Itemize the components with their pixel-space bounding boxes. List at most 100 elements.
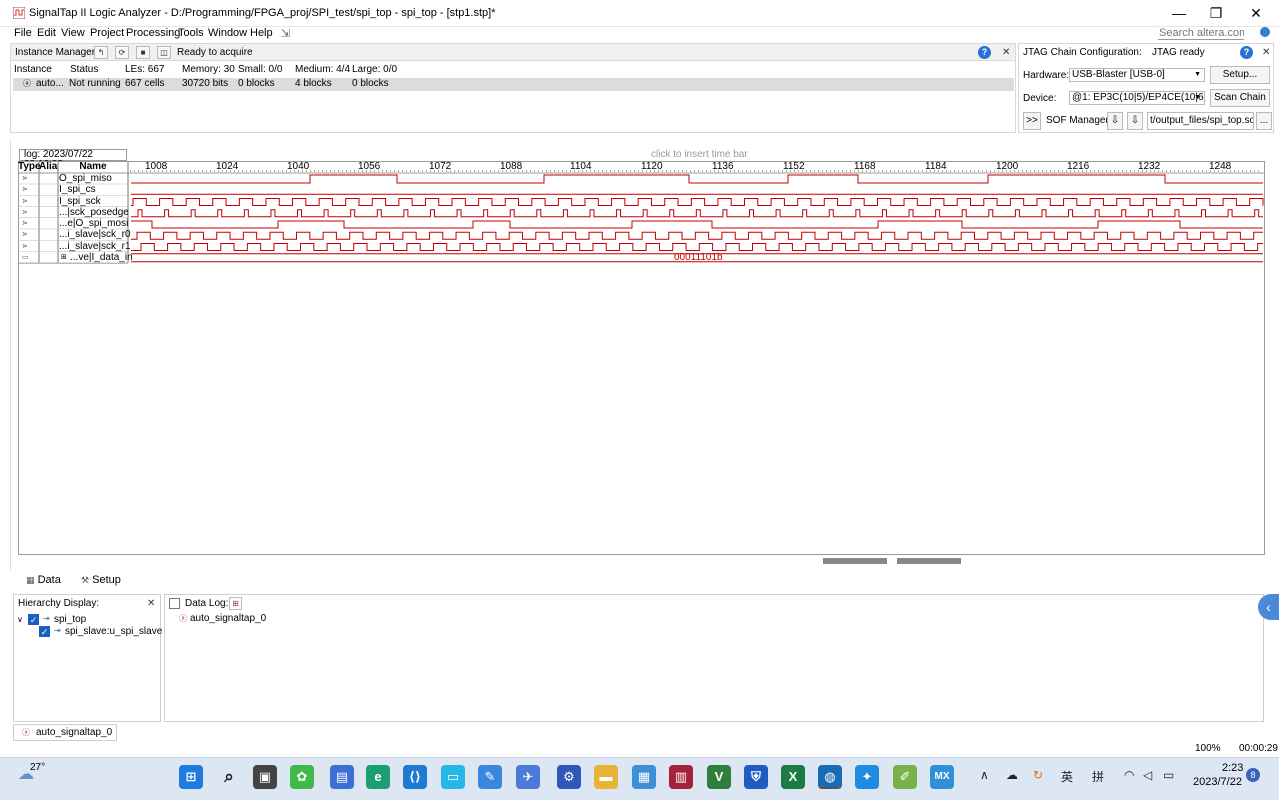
tab-setup[interactable]: ⚒ Setup: [81, 574, 121, 590]
tick-label: 1136: [712, 161, 734, 172]
wave-sck-posedge: [131, 209, 1263, 218]
horizontal-scrollbar[interactable]: [823, 558, 887, 564]
hierarchy-panel: Hierarchy Display: ✕ ∨ ✓ ⇥ spi_top ✓ ⇥ s…: [13, 594, 162, 722]
zoom-level: 100%: [1195, 743, 1221, 754]
vivado-icon[interactable]: V: [707, 765, 731, 789]
vscode-icon[interactable]: ⟨⟩: [403, 765, 427, 789]
wifi-icon[interactable]: ◠: [1124, 768, 1134, 782]
hierarchy-label: Hierarchy Display:: [18, 598, 100, 609]
kuaimai-icon[interactable]: ✈: [516, 765, 540, 789]
signal-name: O_spi_miso: [59, 173, 112, 184]
signal-type-icon: ⋗: [22, 231, 28, 239]
task-view-icon[interactable]: ▣: [253, 765, 277, 789]
cloud-icon[interactable]: ☁: [1006, 768, 1018, 782]
hierarchy-close-icon[interactable]: ✕: [147, 598, 155, 609]
data-log-checkbox[interactable]: [169, 598, 180, 609]
signal-type-icon: ⋗: [22, 220, 28, 227]
col-name: Name: [79, 161, 107, 172]
data-log-icon[interactable]: ⊞: [229, 597, 242, 610]
windows-start-icon[interactable]: ⊞: [179, 765, 203, 789]
signal-name: ...|sck_posedge: [59, 206, 129, 218]
instance-icon: ⓐ: [179, 614, 187, 623]
signal-type-icon: ⋗: [22, 197, 28, 205]
signal-type-icon: ⋗: [22, 208, 28, 216]
instance-tab[interactable]: ⓐ auto_signaltap_0: [13, 724, 117, 741]
signal-name: ...i_slave|sck_r1: [59, 240, 131, 252]
instance-icon: ⓐ: [22, 728, 30, 737]
wave-sck-r0: [131, 231, 1263, 240]
signal-name: I_spi_cs: [59, 184, 96, 196]
image-viewer-icon[interactable]: ✐: [893, 765, 917, 789]
pin-app-icon[interactable]: ✦: [855, 765, 879, 789]
signal-type-icon: ⋗: [22, 242, 28, 250]
wechat-icon[interactable]: ✿: [290, 765, 314, 789]
chevron-down-icon[interactable]: ∨: [17, 615, 23, 624]
store-icon[interactable]: ▤: [330, 765, 354, 789]
setup-tab-icon: ⚒: [81, 575, 90, 585]
chevron-up-icon[interactable]: ∧: [980, 768, 989, 782]
tick-label: 1248: [1209, 161, 1232, 172]
mobaxterm-icon[interactable]: MX: [930, 765, 954, 789]
signal-type-icon: ⋗: [22, 186, 28, 194]
bus-value: 00011101b: [674, 252, 723, 263]
search-icon[interactable]: ⌕: [217, 765, 241, 789]
tab-data[interactable]: ▦ Data: [26, 574, 61, 590]
col-alias: Alias: [39, 161, 58, 172]
clock-date[interactable]: 2023/7/22: [1193, 776, 1242, 788]
remote-desktop-icon[interactable]: ▦: [632, 765, 656, 789]
tick-label: 1168: [854, 161, 876, 172]
excel-icon[interactable]: X: [781, 765, 805, 789]
gear-app-icon[interactable]: ⚙: [557, 765, 581, 789]
signal-name: ...i_slave|sck_r0: [59, 229, 131, 241]
tick-label: 1040: [287, 161, 310, 172]
shield-icon[interactable]: ⛨: [744, 765, 768, 789]
spi-top-checkbox[interactable]: ✓: [28, 614, 39, 625]
signal-type-icon: ▭: [22, 253, 29, 261]
status-bar: 100% 00:00:29: [0, 742, 1279, 757]
tick-label: 1088: [500, 161, 523, 172]
tick-label: 1024: [216, 161, 239, 172]
tick-label: 1232: [1138, 161, 1161, 172]
signal-name: ...e|O_spi_mosi: [59, 218, 129, 229]
hierarchy-item-spi-top[interactable]: spi_top: [54, 614, 86, 625]
module-icon: ⇥: [43, 614, 50, 623]
signal-name: I_spi_sck: [59, 195, 101, 207]
hierarchy-item-spi-slave[interactable]: spi_slave:u_spi_slave: [65, 626, 162, 637]
data-log-item[interactable]: auto_signaltap_0: [190, 613, 266, 624]
signal-row[interactable]: ⊞ ▭ ...ve|I_data_in: [18, 252, 133, 264]
tick-label: 1072: [429, 161, 452, 172]
signal-type-icon: ⋗: [22, 175, 28, 182]
quartus-icon[interactable]: ◍: [818, 765, 842, 789]
volume-icon[interactable]: ◁: [1143, 768, 1152, 782]
chevron-left-icon[interactable]: ‹: [1258, 594, 1279, 620]
clock-time[interactable]: 2:23: [1222, 762, 1243, 774]
edge-icon[interactable]: e: [366, 765, 390, 789]
battery-icon[interactable]: ▭: [1163, 768, 1174, 782]
winrar-icon[interactable]: ▥: [669, 765, 693, 789]
tick-label: 1120: [641, 161, 663, 172]
folder-icon[interactable]: ▬: [594, 765, 618, 789]
tick-label: 1200: [996, 161, 1019, 172]
tick-label: 1184: [925, 161, 947, 172]
wave-i-spi-sck: [131, 198, 1264, 206]
bilibili-icon[interactable]: ▭: [441, 765, 465, 789]
feishu-icon[interactable]: ✎: [478, 765, 502, 789]
expand-icon[interactable]: ⊞: [61, 253, 67, 261]
tab-data-label: Data: [37, 574, 61, 586]
ime-english[interactable]: 英: [1061, 768, 1073, 785]
ime-pinyin[interactable]: 拼: [1092, 768, 1104, 785]
tick-label: 1104: [570, 161, 592, 172]
wave-o-spi-mosi: [131, 220, 1263, 229]
horizontal-scrollbar[interactable]: [897, 558, 961, 564]
wave-sck-r1: [131, 243, 1263, 251]
instance-tab-label: auto_signaltap_0: [36, 727, 113, 738]
tick-label: 1216: [1067, 161, 1090, 172]
weather-temp: 27°: [30, 762, 46, 773]
update-icon[interactable]: ↻: [1033, 768, 1043, 782]
signal-name: ...ve|I_data_in: [70, 251, 133, 263]
data-log-label: Data Log:: [185, 598, 229, 609]
data-tab-icon: ▦: [26, 575, 35, 585]
notification-badge[interactable]: 8: [1246, 768, 1260, 782]
spi-slave-checkbox[interactable]: ✓: [39, 626, 50, 637]
tick-label: 1152: [783, 161, 805, 172]
